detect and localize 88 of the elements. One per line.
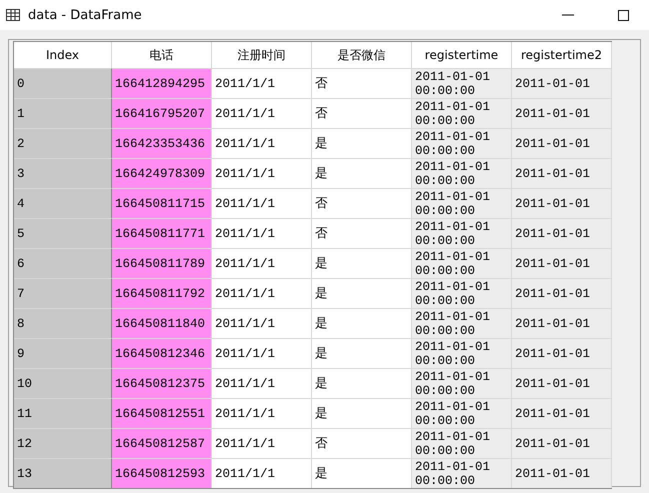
table-cell: 2011/1/1 — [212, 128, 312, 158]
table-cell: 166424978309 — [112, 158, 212, 188]
table-cell: 166416795207 — [112, 98, 212, 128]
table-cell: 是 — [312, 158, 412, 188]
table-cell: 2011-01-01 — [512, 188, 612, 218]
table-cell: 166450811792 — [112, 278, 212, 308]
table-cell: 否 — [312, 188, 412, 218]
table-cell: 2011-01-01 — [512, 458, 612, 488]
row-index: 5 — [14, 218, 112, 248]
table-cell: 166450812346 — [112, 338, 212, 368]
table-cell: 是 — [312, 458, 412, 488]
table-cell: 2011-01-01 00:00:00 — [412, 398, 512, 428]
maximize-icon[interactable] — [618, 10, 629, 20]
table-cell: 2011-01-01 — [512, 128, 612, 158]
row-index: 12 — [14, 428, 112, 458]
table-cell: 2011/1/1 — [212, 458, 312, 488]
table-cell: 2011-01-01 — [512, 158, 612, 188]
table-cell: 2011/1/1 — [212, 158, 312, 188]
table-cell: 是 — [312, 308, 412, 338]
table-cell: 是 — [312, 128, 412, 158]
table-cell: 2011-01-01 — [512, 308, 612, 338]
table-cell: 否 — [312, 428, 412, 458]
table-cell: 2011-01-01 — [512, 98, 612, 128]
row-index: 8 — [14, 308, 112, 338]
table-cell: 2011-01-01 00:00:00 — [412, 248, 512, 278]
table-cell: 166450811789 — [112, 248, 212, 278]
table-cell: 2011-01-01 — [512, 248, 612, 278]
table-cell: 2011-01-01 00:00:00 — [412, 308, 512, 338]
row-index: 11 — [14, 398, 112, 428]
table-cell: 166450811771 — [112, 218, 212, 248]
table-cell: 2011-01-01 00:00:00 — [412, 458, 512, 488]
table-cell: 2011/1/1 — [212, 338, 312, 368]
table-cell: 2011/1/1 — [212, 368, 312, 398]
table-cell: 2011/1/1 — [212, 98, 312, 128]
table-cell: 2011-01-01 00:00:00 — [412, 428, 512, 458]
table-cell: 2011-01-01 00:00:00 — [412, 368, 512, 398]
table-cell: 2011-01-01 00:00:00 — [412, 128, 512, 158]
table-cell: 166450812551 — [112, 398, 212, 428]
table-icon — [6, 9, 20, 21]
table-cell: 是 — [312, 368, 412, 398]
table-cell: 166412894295 — [112, 68, 212, 98]
row-index: 7 — [14, 278, 112, 308]
row-index: 2 — [14, 128, 112, 158]
table-cell: 2011/1/1 — [212, 278, 312, 308]
table-cell: 否 — [312, 68, 412, 98]
table-cell: 166423353436 — [112, 128, 212, 158]
table-cell: 是 — [312, 248, 412, 278]
table-cell: 2011-01-01 00:00:00 — [412, 158, 512, 188]
table-cell: 2011/1/1 — [212, 188, 312, 218]
row-index: 1 — [14, 98, 112, 128]
window-title: data - DataFrame — [28, 8, 142, 22]
table-cell: 2011-01-01 — [512, 338, 612, 368]
table-cell: 否 — [312, 218, 412, 248]
row-index: 6 — [14, 248, 112, 278]
table-cell: 2011/1/1 — [212, 68, 312, 98]
table-cell: 2011-01-01 — [512, 428, 612, 458]
table-cell: 166450811840 — [112, 308, 212, 338]
table-cell: 是 — [312, 278, 412, 308]
row-index: 0 — [14, 68, 112, 98]
row-index: 4 — [14, 188, 112, 218]
table-cell: 2011-01-01 00:00:00 — [412, 98, 512, 128]
table-cell: 2011-01-01 00:00:00 — [412, 338, 512, 368]
row-index: 13 — [14, 458, 112, 488]
table-cell: 166450812593 — [112, 458, 212, 488]
table-cell: 2011/1/1 — [212, 248, 312, 278]
table-cell: 166450811715 — [112, 188, 212, 218]
table-cell: 2011-01-01 00:00:00 — [412, 68, 512, 98]
table-cell: 否 — [312, 98, 412, 128]
table-cell: 166450812375 — [112, 368, 212, 398]
table-cell: 2011-01-01 — [512, 218, 612, 248]
row-index: 3 — [14, 158, 112, 188]
table-cell: 2011-01-01 00:00:00 — [412, 188, 512, 218]
row-index: 9 — [14, 338, 112, 368]
table-cell: 是 — [312, 338, 412, 368]
table-cell: 2011/1/1 — [212, 398, 312, 428]
table-cell: 2011-01-01 — [512, 398, 612, 428]
table-cell: 2011/1/1 — [212, 218, 312, 248]
minimize-icon[interactable] — [562, 14, 574, 16]
table-cell: 2011/1/1 — [212, 308, 312, 338]
table-cell: 2011-01-01 00:00:00 — [412, 218, 512, 248]
table-cell: 2011-01-01 00:00:00 — [412, 278, 512, 308]
table-cell: 2011-01-01 — [512, 368, 612, 398]
table-cell: 2011-01-01 — [512, 278, 612, 308]
table-cell: 2011-01-01 — [512, 68, 612, 98]
table-cell: 2011/1/1 — [212, 428, 312, 458]
row-index: 10 — [14, 368, 112, 398]
table-cell: 是 — [312, 398, 412, 428]
table-cell: 166450812587 — [112, 428, 212, 458]
